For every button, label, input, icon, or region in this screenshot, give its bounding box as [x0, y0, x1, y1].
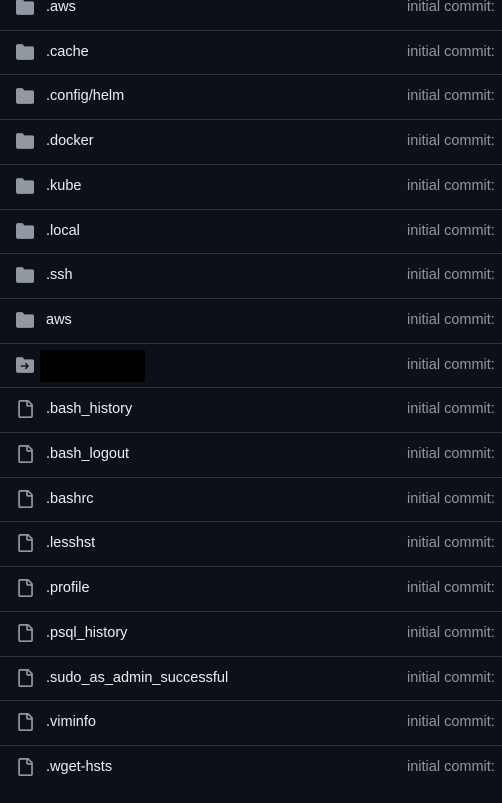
- file-row[interactable]: .bashrc initial commit:: [0, 476, 502, 521]
- file-row[interactable]: .aws initial commit:: [0, 0, 502, 29]
- commit-message-link[interactable]: initial commit:: [407, 522, 495, 565]
- folder-icon: [16, 43, 34, 61]
- file-row[interactable]: .sudo_as_admin_successful initial commit:: [0, 655, 502, 700]
- file-list: .aws initial commit: .cache initial commit:…: [0, 0, 502, 803]
- commit-message-link[interactable]: initial commit:: [407, 344, 495, 387]
- redacted-name: [40, 349, 145, 382]
- file-row[interactable]: .local initial commit:: [0, 208, 502, 253]
- file-row[interactable]: .kube initial commit:: [0, 163, 502, 208]
- file-name-link[interactable]: .profile: [46, 567, 90, 610]
- file-name-link[interactable]: .aws: [46, 0, 76, 29]
- file-name-link[interactable]: aws: [46, 299, 72, 342]
- file-name-link[interactable]: .local: [46, 210, 80, 253]
- commit-message-link[interactable]: initial commit:: [407, 165, 495, 208]
- file-row[interactable]: .bash_logout initial commit:: [0, 432, 502, 476]
- folder-icon: [16, 132, 34, 150]
- commit-message-link[interactable]: initial commit:: [407, 657, 495, 700]
- commit-message-link[interactable]: initial commit:: [407, 746, 495, 789]
- commit-message-link[interactable]: initial commit:: [407, 478, 495, 521]
- file-icon: [16, 668, 34, 687]
- file-icon: [16, 713, 34, 732]
- file-row[interactable]: .lesshst initial commit:: [0, 521, 502, 565]
- file-row[interactable]: .psql_history initial commit:: [0, 610, 502, 655]
- file-row[interactable]: .config/helm initial commit:: [0, 74, 502, 118]
- commit-message-link[interactable]: initial commit:: [407, 31, 495, 74]
- file-row[interactable]: .ssh initial commit:: [0, 253, 502, 297]
- folder-icon: [16, 87, 34, 105]
- file-name-link[interactable]: .docker: [46, 120, 94, 163]
- file-name-link[interactable]: .viminfo: [46, 701, 96, 744]
- commit-message-link[interactable]: initial commit:: [407, 701, 495, 744]
- commit-message-link[interactable]: initial commit:: [407, 210, 495, 253]
- file-row[interactable]: .profile initial commit:: [0, 566, 502, 610]
- folder-icon: [16, 311, 34, 329]
- folder-icon: [16, 177, 34, 195]
- commit-message-link[interactable]: initial commit:: [407, 612, 495, 655]
- folder-icon: [16, 266, 34, 284]
- commit-message-link[interactable]: initial commit:: [407, 567, 495, 610]
- commit-message-link[interactable]: initial commit:: [407, 299, 495, 342]
- file-row[interactable]: aws initial commit:: [0, 297, 502, 342]
- file-row[interactable]: initial commit:: [0, 342, 502, 387]
- commit-message-link[interactable]: initial commit:: [407, 254, 495, 297]
- file-row[interactable]: .viminfo initial commit:: [0, 700, 502, 744]
- file-icon: [16, 757, 34, 776]
- file-row[interactable]: .cache initial commit:: [0, 29, 502, 74]
- folder-icon: [16, 222, 34, 240]
- file-icon: [16, 579, 34, 598]
- file-row[interactable]: .wget-hsts initial commit:: [0, 744, 502, 789]
- file-icon: [16, 489, 34, 508]
- folder-icon: [16, 0, 34, 16]
- file-name-link[interactable]: .psql_history: [46, 612, 127, 655]
- file-icon: [16, 534, 34, 553]
- file-name-link[interactable]: .config/helm: [46, 75, 124, 118]
- commit-message-link[interactable]: initial commit:: [407, 433, 495, 476]
- file-name-link[interactable]: .bashrc: [46, 478, 94, 521]
- commit-message-link[interactable]: initial commit:: [407, 388, 495, 431]
- symlink-folder-icon: [16, 356, 34, 374]
- file-name-link[interactable]: .bash_history: [46, 388, 132, 431]
- file-name-link[interactable]: .lesshst: [46, 522, 95, 565]
- commit-message-link[interactable]: initial commit:: [407, 120, 495, 163]
- file-row[interactable]: .docker initial commit:: [0, 119, 502, 163]
- commit-message-link[interactable]: initial commit:: [407, 75, 495, 118]
- file-name-link[interactable]: .sudo_as_admin_successful: [46, 657, 228, 700]
- commit-message-link[interactable]: initial commit:: [407, 0, 495, 29]
- file-name-link[interactable]: .kube: [46, 165, 81, 208]
- file-icon: [16, 445, 34, 463]
- file-name-link[interactable]: .ssh: [46, 254, 73, 297]
- file-name-link[interactable]: .wget-hsts: [46, 746, 112, 789]
- file-row[interactable]: .bash_history initial commit:: [0, 387, 502, 431]
- file-icon: [16, 623, 34, 642]
- file-icon: [16, 400, 34, 419]
- file-name-link[interactable]: .cache: [46, 31, 89, 74]
- file-name-link[interactable]: .bash_logout: [46, 433, 129, 476]
